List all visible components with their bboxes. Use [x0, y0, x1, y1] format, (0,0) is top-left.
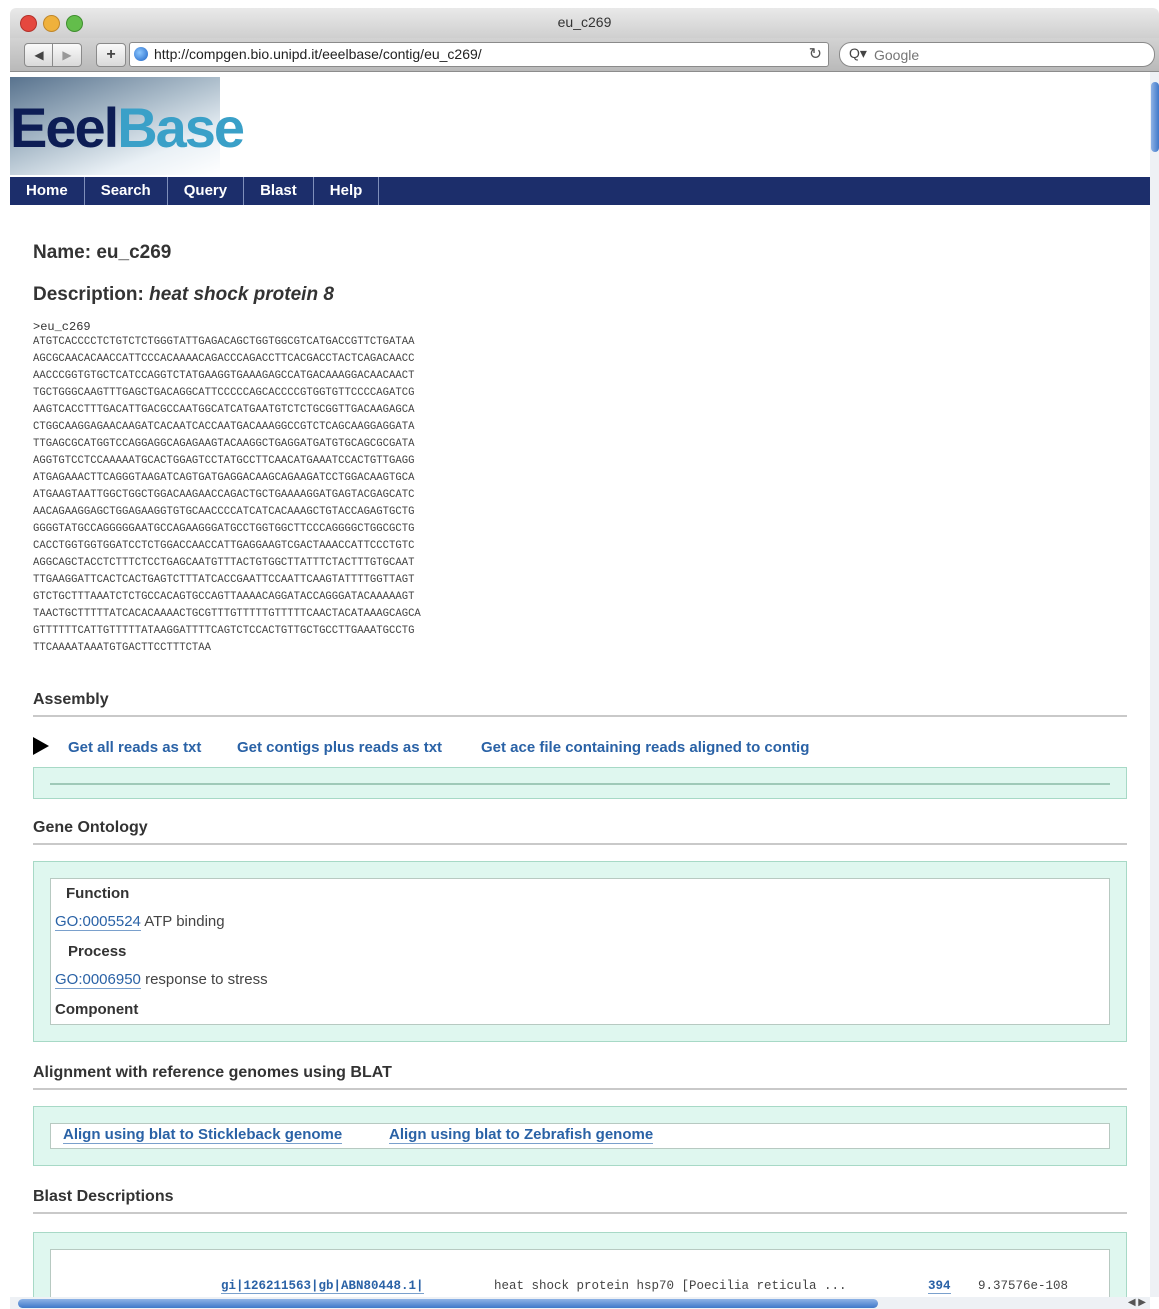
nav-search[interactable]: Search [85, 177, 168, 205]
add-bookmark-button[interactable]: + [96, 43, 126, 67]
go-process-link[interactable]: GO:0006950 [55, 971, 141, 989]
process-term: response to stress [145, 971, 268, 988]
contig-name: Name: eu_c269 [33, 242, 1127, 264]
name-value: eu_c269 [96, 242, 172, 263]
nav-home[interactable]: Home [10, 177, 85, 205]
get-ace-file-link[interactable]: Get ace file containing reads aligned to… [481, 739, 809, 756]
get-all-reads-link[interactable]: Get all reads as txt [68, 739, 201, 756]
sequence-line: AAGTCACCTTTGACATTGACGCCAATGGCATCATGAATGT… [33, 404, 415, 416]
search-field[interactable]: Q▾ [839, 42, 1155, 67]
forward-button[interactable]: ▶ [52, 43, 82, 67]
sequence-line: GGGGTATGCCAGGGGGAATGCCAGAAGGGATGCCTGGTGG… [33, 523, 415, 535]
sequence-line: AGCGCAACACAACCATTCCCACAAAACAGACCCAGACCTT… [33, 353, 415, 365]
vertical-scrollbar[interactable] [1150, 72, 1159, 1297]
search-input[interactable] [872, 46, 1136, 64]
gene-ontology-panel: Function GO:0005524 ATP binding Process … [33, 861, 1127, 1042]
sequence-line: TGCTGGGCAAGTTTGAGCTGACAGGCATTCCCCCAGCACC… [33, 387, 415, 399]
address-bar[interactable]: http://compgen.bio.unipd.it/eeelbase/con… [129, 42, 829, 67]
process-label: Process [68, 943, 127, 960]
sequence-line: AGGTGTCCTCCAAAAATGCACTGGAGTCCTATGCCTTCAA… [33, 455, 415, 467]
sequence-line: CACCTGGTGGTGGATCCTCTGGACCAACCATTGAGGAAGT… [33, 540, 415, 552]
globe-icon [134, 47, 148, 61]
blast-accession-link[interactable]: gi|126211563|gb|ABN80448.1| [221, 1279, 424, 1294]
sequence-line: ATGAGAAACTTCAGGGTAAGATCAGTGATGAGGACAAGCA… [33, 472, 415, 484]
window-title: eu_c269 [557, 14, 612, 30]
process-row: GO:0006950 response to stress [55, 971, 268, 989]
plus-icon: + [106, 46, 116, 63]
blast-panel: gi|126211563|gb|ABN80448.1| heat shock p… [33, 1232, 1127, 1297]
sequence-line: GTTTTTTCATTGTTTTTATAAGGATTTTCAGTCTCCACTG… [33, 625, 415, 637]
back-arrow-icon: ◀ [34, 48, 44, 62]
eeelbase-logo[interactable]: EeelBase [10, 96, 245, 159]
sequence-line: ATGTCACCCCTCTGTCTCTGGGTATTGAGACAGCTGGTGG… [33, 336, 415, 348]
function-row: GO:0005524 ATP binding [55, 913, 225, 931]
sequence-line: GTCTGCTTTAAATCTCTGCCACAGTGCCAGTTAAAACAGG… [33, 591, 415, 603]
window-titlebar: eu_c269 [10, 8, 1159, 38]
blat-heading: Alignment with reference genomes using B… [33, 1064, 1127, 1090]
sequence-line: TTCAAAATAAATGTGACTTCCTTTCTAA [33, 642, 212, 654]
reload-icon[interactable]: ↻ [809, 44, 822, 64]
logo-text-base: Base [117, 96, 245, 159]
web-page: EeelBase Home Search Query Blast Help Na… [10, 72, 1150, 1297]
back-button[interactable]: ◀ [24, 43, 54, 67]
assembly-links: Get all reads as txt Get contigs plus re… [33, 731, 1127, 767]
function-label: Function [66, 885, 130, 902]
main-content: Name: eu_c269 Description: heat shock pr… [33, 222, 1127, 1297]
search-icon[interactable]: Q▾ [849, 45, 867, 62]
sequence-line: AACCCGGTGTGCTCATCCAGGTCTATGAAGGTGAAAGAGC… [33, 370, 415, 382]
play-icon[interactable] [33, 737, 49, 755]
blast-evalue: 9.37576e-108 [978, 1279, 1069, 1293]
sequence-header: >eu_c269 [33, 320, 91, 334]
main-navigation: Home Search Query Blast Help [10, 177, 1150, 205]
blast-score-link[interactable]: 394 [928, 1279, 951, 1294]
component-label: Component [55, 1001, 139, 1018]
assembly-panel [33, 767, 1127, 799]
assembly-divider [50, 783, 1110, 785]
contig-description: Description: heat shock protein 8 [33, 284, 1127, 306]
name-label: Name: [33, 242, 92, 263]
description-label: Description: [33, 284, 144, 305]
go-function-link[interactable]: GO:0005524 [55, 913, 141, 931]
nav-blast[interactable]: Blast [244, 177, 314, 205]
browser-toolbar: ◀ ▶ + http://compgen.bio.unipd.it/eeelba… [10, 38, 1159, 72]
nav-help[interactable]: Help [314, 177, 380, 205]
sequence-line: AACAGAAGGAGCTGGAGAAGGTGTGCAACCCCATCATCAC… [33, 506, 415, 518]
description-value: heat shock protein 8 [149, 284, 334, 305]
sequence-line: CTGGCAAGGAGAACAAGATCACAATCACCAATGACAAAGG… [33, 421, 415, 433]
blast-heading: Blast Descriptions [33, 1188, 1127, 1214]
site-banner: EeelBase [10, 72, 1150, 177]
gene-ontology-heading: Gene Ontology [33, 819, 1127, 845]
function-term: ATP binding [144, 913, 225, 930]
logo-text-eel: Eeel [10, 96, 119, 159]
blast-description: heat shock protein hsp70 [Poecilia retic… [494, 1279, 847, 1293]
blat-zebrafish-link[interactable]: Align using blat to Zebrafish genome [389, 1126, 654, 1144]
sequence-line: ATGAAGTAATTGGCTGGCTGGACAAGAACCAGACTGCTGA… [33, 489, 415, 501]
horizontal-scroll-thumb[interactable] [18, 1299, 878, 1308]
gene-ontology-list: Function GO:0005524 ATP binding Process … [50, 878, 1110, 1025]
sequence-line: TTGAAGGATTCACTCACTGAGTCTTTATCACCGAATTCCA… [33, 574, 415, 586]
blast-results-table: gi|126211563|gb|ABN80448.1| heat shock p… [50, 1249, 1110, 1297]
sequence-block: ATGTCACCCCTCTGTCTCTGGGTATTGAGACAGCTGGTGG… [33, 334, 1127, 657]
forward-arrow-icon: ▶ [62, 48, 72, 62]
vertical-scroll-thumb[interactable] [1151, 82, 1159, 152]
url-text[interactable]: http://compgen.bio.unipd.it/eeelbase/con… [154, 46, 482, 62]
get-contigs-plus-reads-link[interactable]: Get contigs plus reads as txt [237, 739, 442, 756]
blat-panel: Align using blat to Stickleback genome A… [33, 1106, 1127, 1166]
blat-stickleback-link[interactable]: Align using blat to Stickleback genome [63, 1126, 343, 1144]
sequence-line: AGGCAGCTACCTCTTTCTCCTGAGCAATGTTTACTGTGGC… [33, 557, 415, 569]
horizontal-scrollbar[interactable]: ◀ ▶ [10, 1297, 1150, 1309]
blat-links: Align using blat to Stickleback genome A… [50, 1123, 1110, 1149]
nav-query[interactable]: Query [168, 177, 245, 205]
scroll-arrows-icon[interactable]: ◀ ▶ [1128, 1297, 1146, 1308]
sequence-line: TAACTGCTTTTTATCACACAAAACTGCGTTTGTTTTTGTT… [33, 608, 421, 620]
sequence-line: TTGAGCGCATGGTCCAGGAGGCAGAGAAGTACAAGGCTGA… [33, 438, 415, 450]
assembly-heading: Assembly [33, 691, 1127, 717]
